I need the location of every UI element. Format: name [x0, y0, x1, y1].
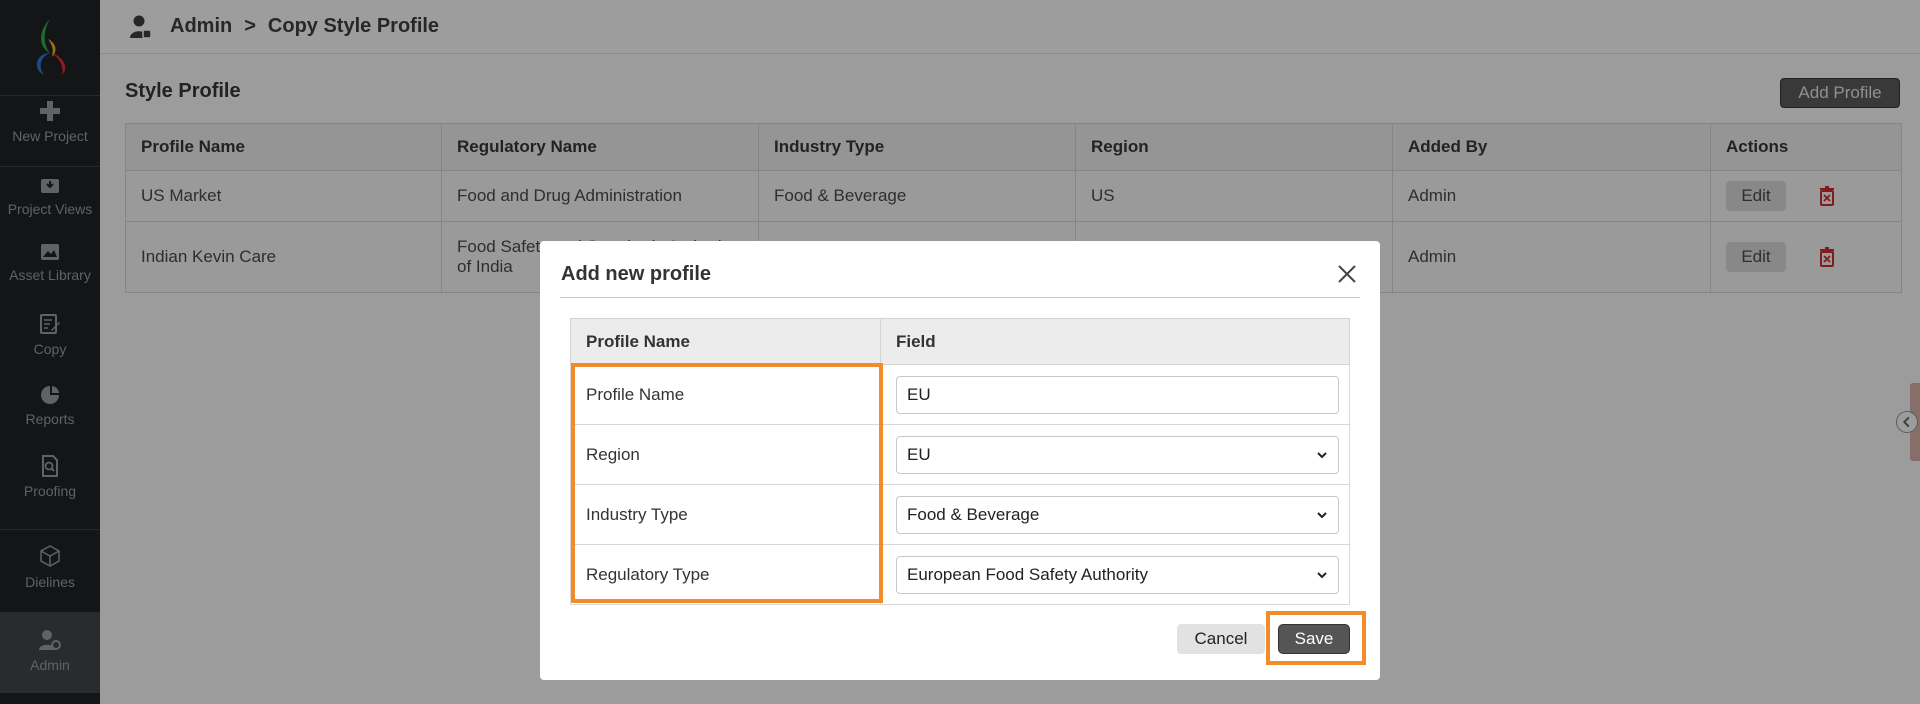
column-header: Profile Name [570, 318, 881, 365]
select-value: EU [907, 444, 931, 464]
input-value: EU [907, 384, 931, 404]
chevron-down-icon [1317, 571, 1327, 578]
modal-divider [560, 297, 1360, 298]
select-value: European Food Safety Authority [907, 564, 1148, 584]
chevron-down-icon [1317, 511, 1327, 518]
profile-name-input[interactable]: EU [896, 375, 1339, 414]
industry-type-select[interactable]: Food & Beverage [896, 495, 1339, 534]
highlight-box-save [1266, 611, 1366, 665]
regulatory-type-select[interactable]: European Food Safety Authority [896, 555, 1339, 594]
form-field-cell: European Food Safety Authority [880, 544, 1350, 605]
close-icon[interactable] [1336, 263, 1358, 285]
cancel-button[interactable]: Cancel [1177, 624, 1265, 654]
form-field-cell: EU [880, 364, 1350, 425]
highlight-box-labels [571, 363, 883, 603]
modal-title: Add new profile [561, 263, 711, 285]
form-field-cell: EU [880, 424, 1350, 485]
select-value: Food & Beverage [907, 504, 1040, 524]
region-select[interactable]: EU [896, 435, 1339, 474]
form-field-cell: Food & Beverage [880, 484, 1350, 545]
form-header-row: Profile Name Field [570, 318, 1350, 365]
chevron-down-icon [1317, 451, 1327, 458]
column-header: Field [880, 318, 1350, 365]
